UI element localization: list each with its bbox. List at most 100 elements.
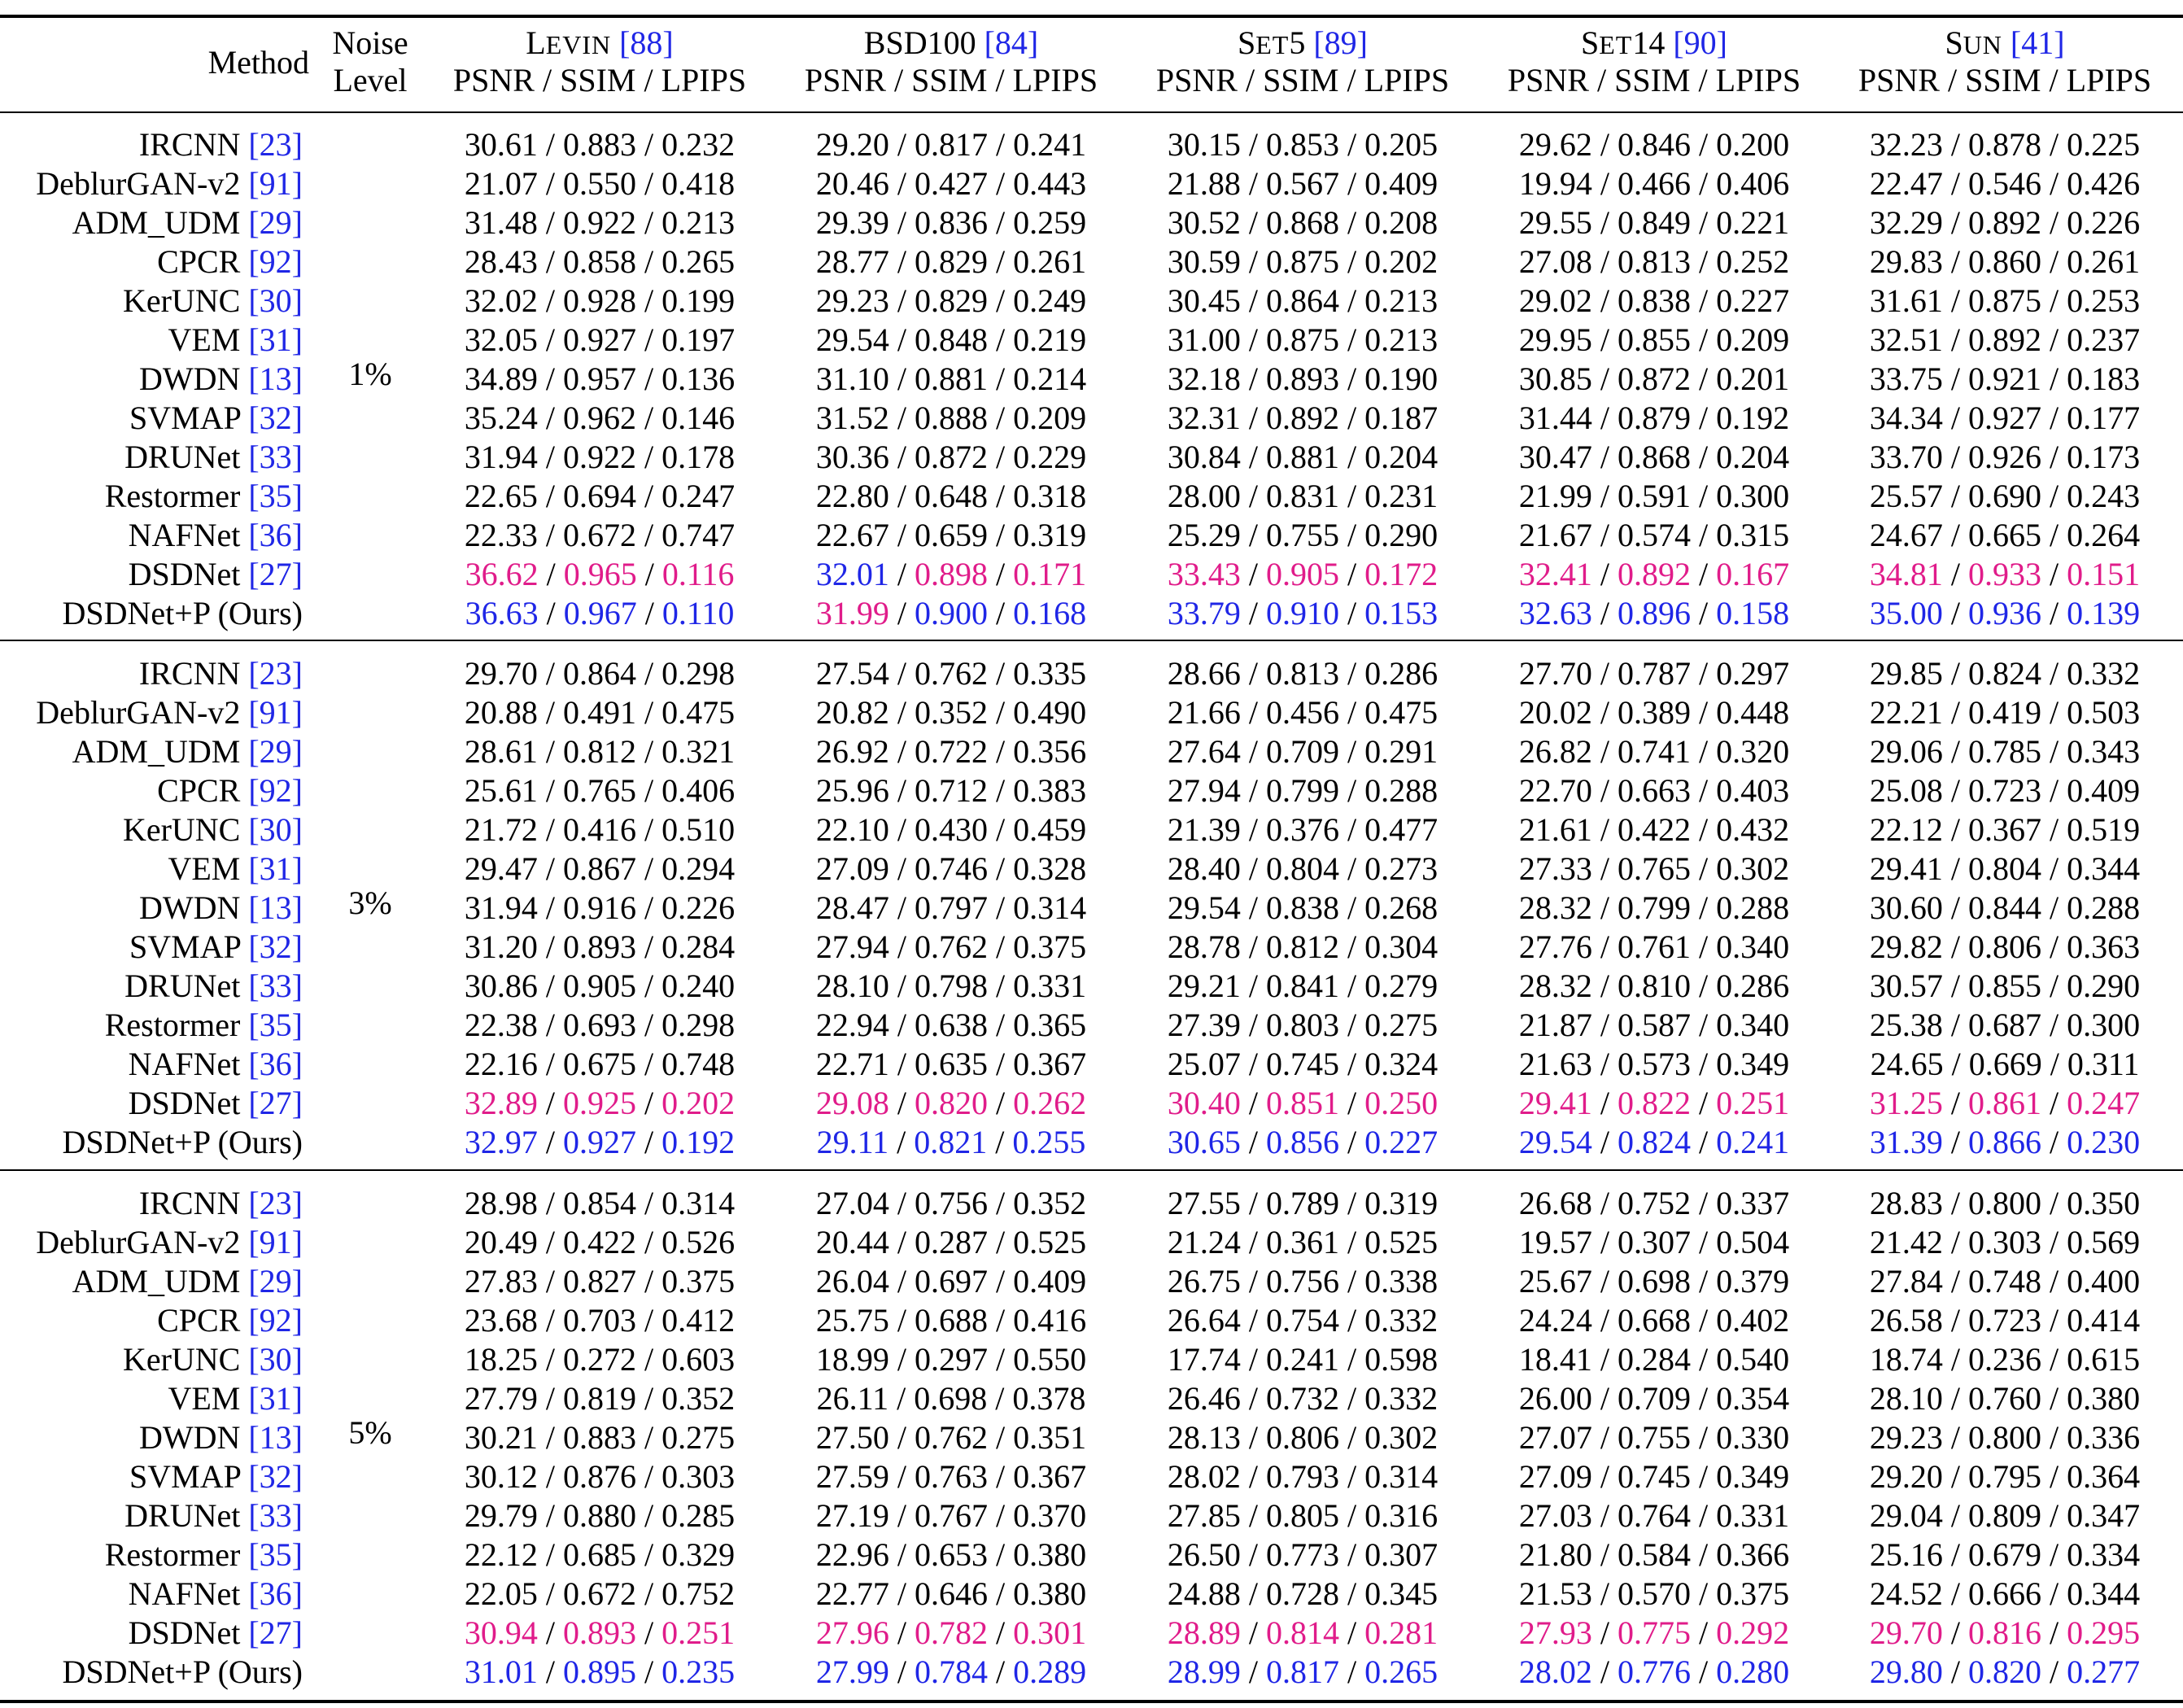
- psnr-value: 32.01: [815, 556, 889, 592]
- psnr-value: 27.59: [815, 1458, 889, 1495]
- lpips-value: 0.409: [1013, 1263, 1087, 1300]
- ssim-value: 0.875: [1968, 282, 2041, 319]
- metric-cell: 31.01 / 0.895 / 0.235: [464, 1653, 736, 1690]
- metric-cell: 29.54 / 0.824 / 0.241: [1518, 1124, 1790, 1160]
- psnr-value: 29.82: [1869, 928, 1943, 965]
- lpips-value: 0.598: [1364, 1341, 1439, 1378]
- method-label: Restormer: [104, 478, 241, 514]
- psnr-value: 27.54: [815, 655, 889, 692]
- psnr-value: 21.39: [1167, 811, 1241, 848]
- ssim-value: 0.466: [1618, 165, 1691, 202]
- metric-cell: 33.43 / 0.905 / 0.172: [1167, 556, 1439, 592]
- lpips-value: 0.303: [661, 1458, 736, 1495]
- psnr-value: 21.67: [1518, 517, 1592, 553]
- metric-cell: 28.00 / 0.831 / 0.231: [1167, 478, 1439, 514]
- metric-cell: 20.46 / 0.427 / 0.443: [815, 165, 1087, 202]
- ssim-value: 0.272: [563, 1341, 636, 1378]
- psnr-value: 29.06: [1869, 733, 1943, 770]
- psnr-value: 25.96: [815, 772, 889, 809]
- lpips-value: 0.231: [1364, 478, 1439, 514]
- psnr-value: 28.10: [815, 968, 889, 1004]
- header-metrics: PSNR / SSIM / LPIPS: [804, 62, 1098, 98]
- lpips-value: 0.314: [1364, 1458, 1439, 1495]
- lpips-value: 0.352: [661, 1380, 736, 1417]
- psnr-value: 22.71: [815, 1046, 889, 1082]
- metric-cell: 22.33 / 0.672 / 0.747: [464, 517, 736, 553]
- psnr-value: 30.85: [1518, 360, 1592, 397]
- method-name: DSDNet+P (Ours): [62, 594, 303, 633]
- psnr-value: 21.66: [1167, 694, 1241, 731]
- lpips-value: 0.116: [661, 556, 735, 592]
- ssim-value: 0.648: [915, 478, 988, 514]
- lpips-value: 0.525: [1364, 1224, 1439, 1260]
- ssim-value: 0.587: [1618, 1007, 1691, 1043]
- psnr-value: 27.39: [1167, 1007, 1241, 1043]
- ssim-value: 0.896: [1618, 595, 1691, 631]
- lpips-value: 0.300: [2067, 1007, 2141, 1043]
- metric-cell: 27.33 / 0.765 / 0.302: [1518, 850, 1790, 887]
- psnr-value: 28.78: [1167, 928, 1241, 965]
- method-label: DSDNet: [128, 1614, 241, 1651]
- ssim-value: 0.868: [1266, 204, 1339, 241]
- psnr-value: 29.21: [1167, 968, 1241, 1004]
- method-citation: [35]: [248, 478, 303, 514]
- ssim-value: 0.812: [563, 733, 636, 770]
- psnr-value: 31.94: [464, 439, 538, 475]
- ssim-value: 0.892: [1618, 556, 1691, 592]
- psnr-value: 29.85: [1869, 655, 1943, 692]
- lpips-value: 0.403: [1716, 772, 1790, 809]
- psnr-value: 27.07: [1518, 1419, 1592, 1456]
- lpips-value: 0.336: [2067, 1419, 2141, 1456]
- lpips-value: 0.262: [1013, 1085, 1087, 1121]
- ssim-value: 0.806: [1266, 1419, 1339, 1456]
- metric-cell: 22.80 / 0.648 / 0.318: [815, 478, 1087, 514]
- lpips-value: 0.199: [661, 282, 736, 319]
- lpips-value: 0.288: [1364, 772, 1439, 809]
- ssim-value: 0.803: [1266, 1007, 1339, 1043]
- metric-cell: 20.82 / 0.352 / 0.490: [815, 694, 1087, 731]
- header-noise-level-line2: Level: [333, 62, 408, 98]
- ssim-value: 0.550: [563, 165, 636, 202]
- psnr-value: 22.21: [1869, 694, 1943, 731]
- psnr-value: 27.76: [1518, 928, 1592, 965]
- metric-cell: 26.75 / 0.756 / 0.338: [1167, 1263, 1439, 1300]
- ssim-value: 0.838: [1618, 282, 1691, 319]
- metric-cell: 32.02 / 0.928 / 0.199: [464, 282, 736, 319]
- metric-cell: 25.67 / 0.698 / 0.379: [1518, 1263, 1790, 1300]
- lpips-value: 0.448: [1716, 694, 1790, 731]
- lpips-value: 0.335: [1013, 655, 1087, 692]
- metric-cell: 28.89 / 0.814 / 0.281: [1167, 1614, 1439, 1651]
- psnr-value: 22.12: [464, 1536, 538, 1573]
- metric-cell: 22.65 / 0.694 / 0.247: [464, 478, 736, 514]
- metric-cell: 28.83 / 0.800 / 0.350: [1869, 1185, 2141, 1221]
- lpips-value: 0.510: [661, 811, 736, 848]
- psnr-value: 26.92: [815, 733, 889, 770]
- ssim-value: 0.872: [915, 439, 988, 475]
- lpips-value: 0.265: [1364, 1653, 1439, 1690]
- metric-cell: 35.00 / 0.936 / 0.139: [1869, 595, 2141, 631]
- ssim-value: 0.817: [915, 126, 988, 163]
- lpips-value: 0.289: [1013, 1653, 1087, 1690]
- psnr-value: 30.45: [1167, 282, 1241, 319]
- lpips-value: 0.475: [661, 694, 736, 731]
- method-citation: [31]: [248, 1380, 303, 1417]
- method-citation: [29]: [248, 1263, 303, 1300]
- lpips-value: 0.330: [1716, 1419, 1790, 1456]
- psnr-value: 33.43: [1167, 556, 1241, 592]
- psnr-value: 29.47: [464, 850, 538, 887]
- method-label: DWDN: [138, 360, 241, 397]
- lpips-value: 0.178: [661, 439, 736, 475]
- lpips-value: 0.338: [1364, 1263, 1439, 1300]
- lpips-value: 0.192: [661, 1124, 736, 1160]
- psnr-value: 21.07: [464, 165, 538, 202]
- psnr-value: 21.99: [1518, 478, 1592, 514]
- metric-cell: 22.70 / 0.663 / 0.403: [1518, 772, 1790, 809]
- lpips-value: 0.247: [2067, 1085, 2141, 1121]
- metric-cell: 31.99 / 0.900 / 0.168: [815, 595, 1087, 631]
- method-name: CPCR [92]: [157, 242, 303, 282]
- method-name: SVMAP [32]: [129, 928, 303, 967]
- lpips-value: 0.316: [1364, 1497, 1439, 1534]
- ssim-value: 0.389: [1618, 694, 1691, 731]
- method-label: DeblurGAN-v2: [36, 165, 241, 202]
- method-citation: [32]: [248, 1458, 303, 1495]
